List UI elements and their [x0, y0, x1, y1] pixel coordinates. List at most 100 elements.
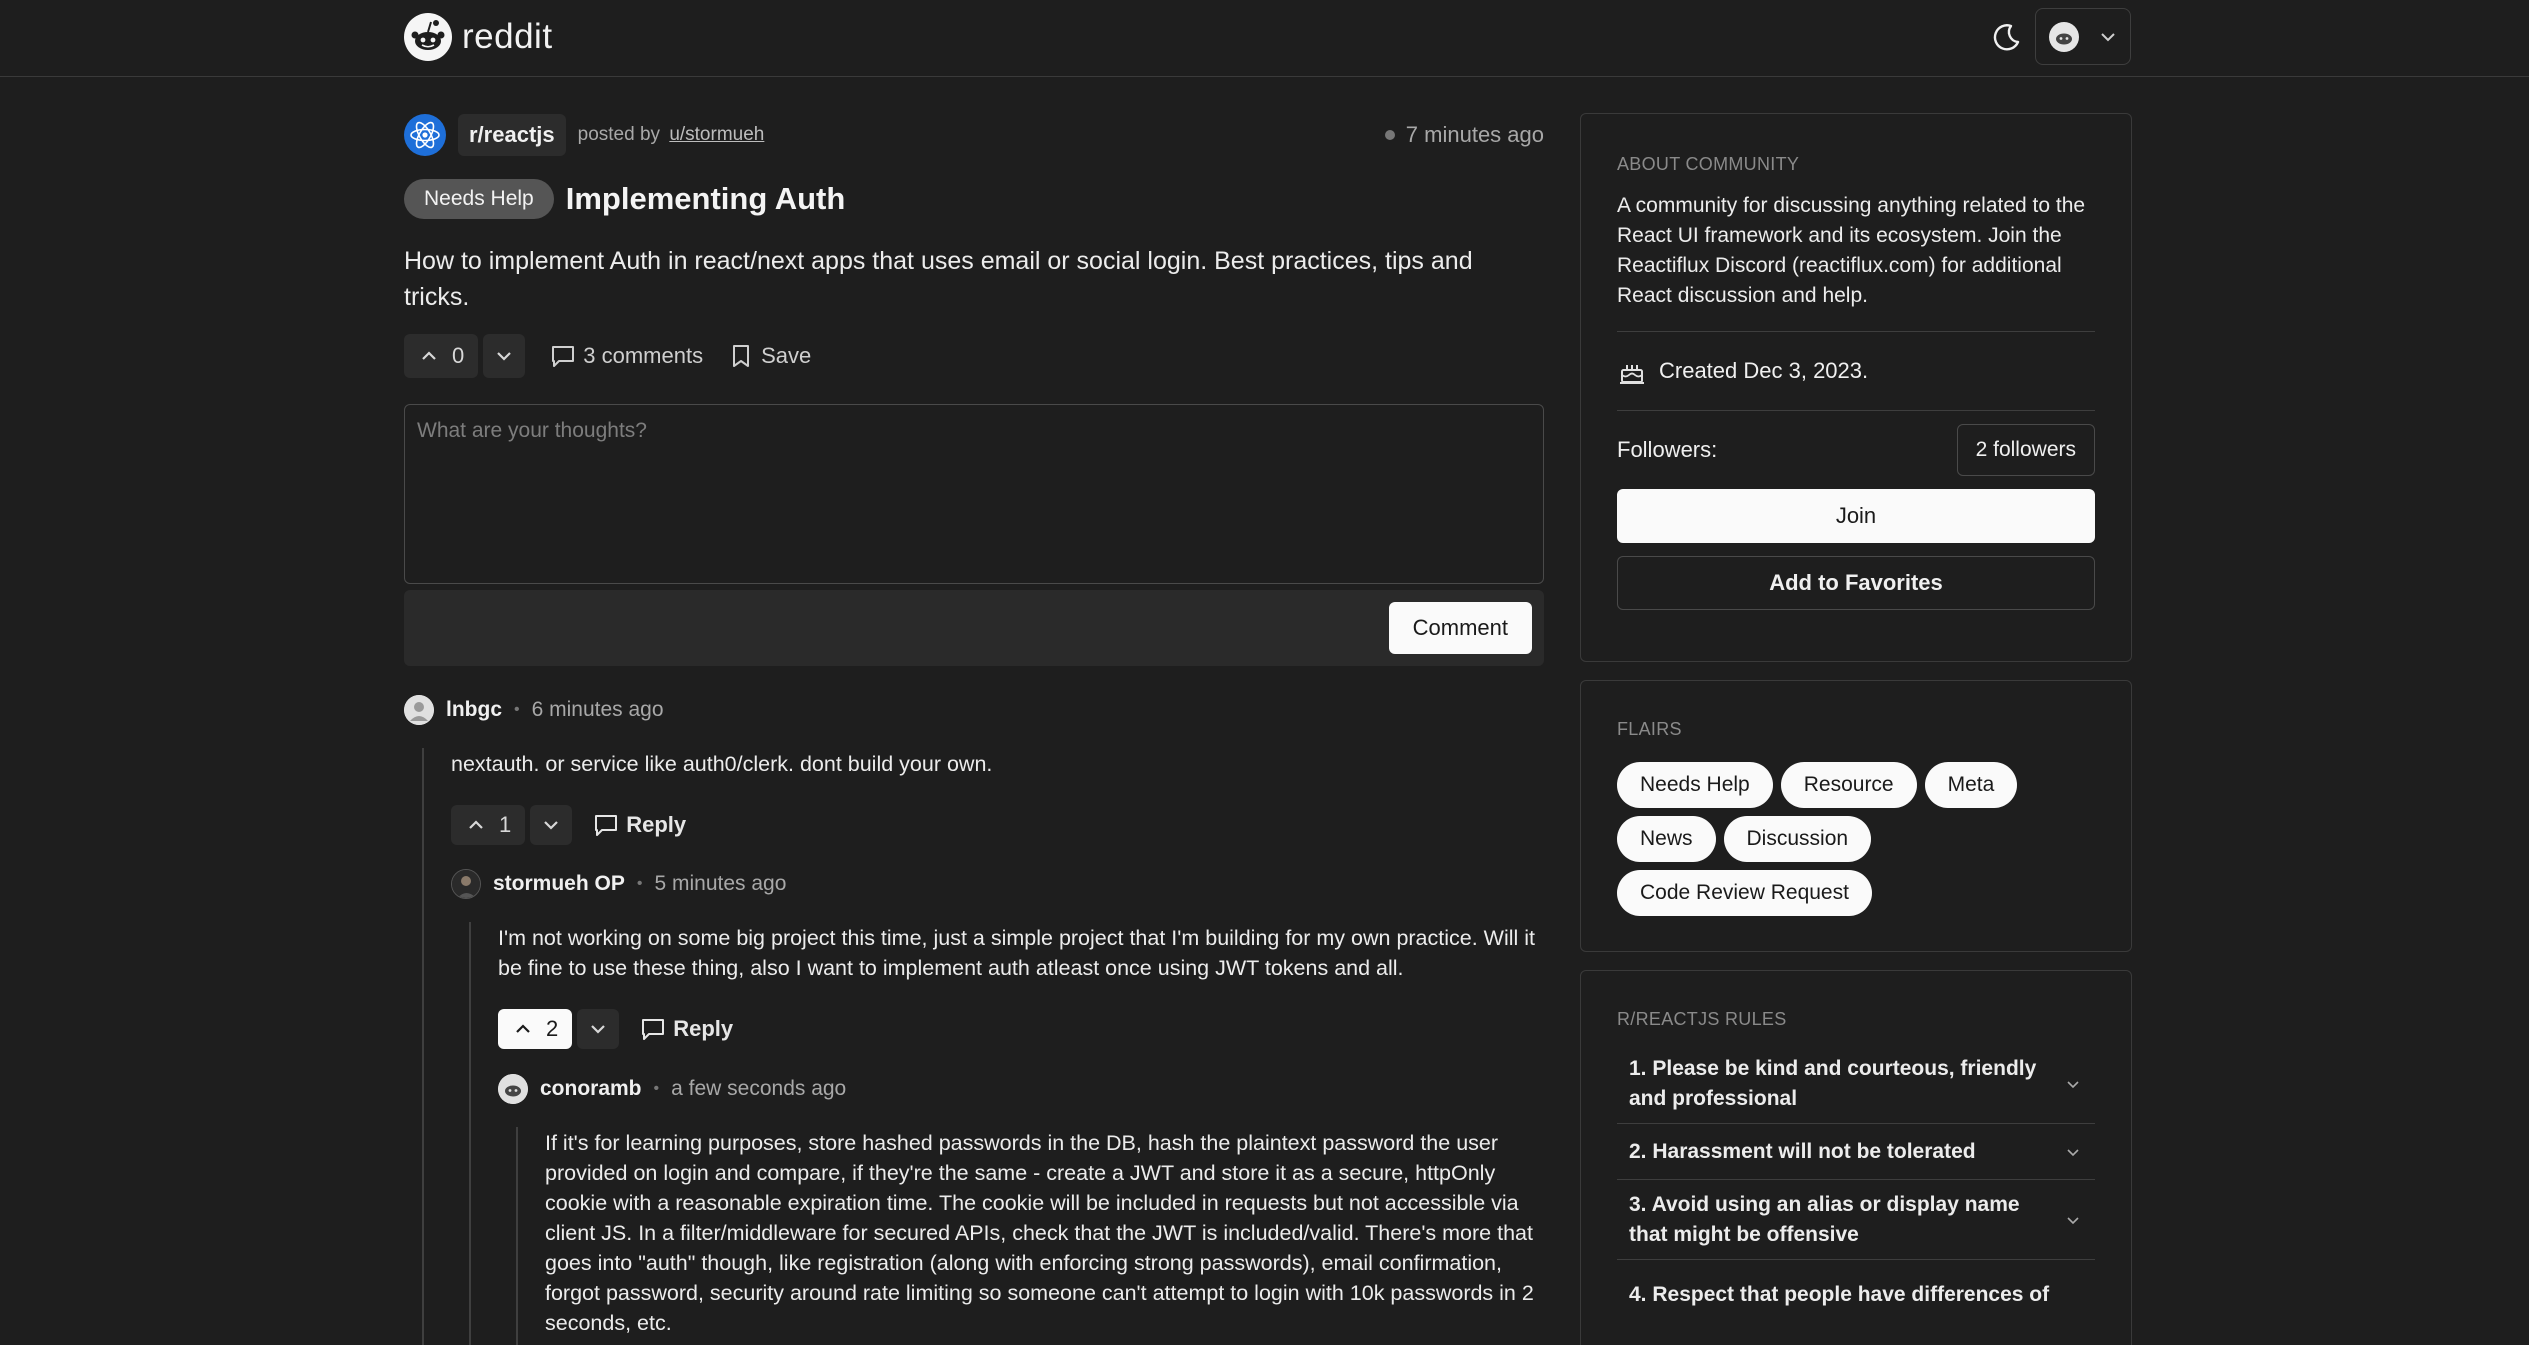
reddit-logo[interactable]: reddit — [404, 13, 553, 61]
comment-icon — [552, 346, 575, 367]
avatar[interactable] — [498, 1074, 528, 1104]
post-actions: 0 3 comments Save — [404, 334, 1544, 378]
avatar[interactable] — [404, 695, 434, 725]
flairs-list: Needs Help Resource Meta News Discussion… — [1617, 762, 2067, 916]
vote-count: 0 — [452, 343, 465, 368]
comment-time: 5 minutes ago — [654, 872, 787, 895]
arrow-down-icon — [544, 821, 559, 830]
flair-meta[interactable]: Meta — [1924, 762, 2018, 808]
moon-icon[interactable] — [1990, 22, 2022, 54]
post-time-text: 7 minutes ago — [1405, 122, 1544, 147]
arrow-up-icon — [422, 351, 436, 360]
upvote-button[interactable]: 2 — [498, 1009, 573, 1049]
comment-header: lnbgc • 6 minutes ago — [404, 693, 664, 727]
separator-dot: • — [514, 701, 520, 718]
rule-item[interactable]: 3. Avoid using an alias or display name … — [1617, 1180, 2095, 1260]
save-label: Save — [761, 343, 812, 368]
user-menu-button[interactable] — [2035, 8, 2131, 65]
user-avatar-icon — [2049, 21, 2079, 52]
posted-by-prefix: posted by — [577, 124, 661, 145]
comment-header: conoramb • a few seconds ago — [498, 1072, 846, 1106]
comments-link[interactable]: 3 comments — [549, 342, 703, 370]
flairs-label: FLAIRS — [1617, 719, 1682, 739]
reply-label: Reply — [673, 1016, 734, 1041]
rule-text: 4. Respect that people have differences … — [1629, 1283, 2050, 1306]
comment-submit-button[interactable]: Comment — [1388, 602, 1532, 654]
chevron-down-icon — [2067, 1216, 2079, 1224]
comment-icon — [642, 1019, 665, 1040]
reply-button[interactable]: Reply — [639, 1015, 733, 1043]
comment-toolbar: Comment — [404, 590, 1544, 666]
comment-author[interactable]: conoramb — [540, 1077, 642, 1101]
arrow-down-icon — [591, 1025, 606, 1034]
comment-body: nextauth. or service like auth0/clerk. d… — [451, 752, 993, 776]
rule-item[interactable]: 2. Harassment will not be tolerated — [1617, 1124, 2095, 1180]
post-title: Implementing Auth — [565, 181, 846, 216]
save-button[interactable]: Save — [727, 342, 811, 370]
arrow-up-icon — [516, 1024, 530, 1033]
comment-time: a few seconds ago — [671, 1077, 847, 1100]
flair-news[interactable]: News — [1617, 816, 1716, 862]
downvote-button[interactable] — [577, 1009, 620, 1049]
post-body: How to implement Auth in react/next apps… — [404, 247, 1473, 311]
chevron-down-icon — [2067, 1148, 2079, 1156]
cake-icon — [1620, 365, 1644, 384]
post-author-link[interactable]: u/stormueh — [669, 124, 764, 145]
status-dot — [1384, 130, 1395, 140]
followers-row: Followers: 2 followers — [1617, 411, 2095, 489]
thread-line[interactable] — [516, 1127, 518, 1345]
post-flair-badge[interactable]: Needs Help — [404, 179, 554, 219]
reply-label: Reply — [626, 812, 687, 837]
flair-code-review-request[interactable]: Code Review Request — [1617, 870, 1872, 916]
followers-label: Followers: — [1617, 437, 1718, 462]
comment-box — [404, 404, 1544, 584]
reply-button[interactable]: Reply — [592, 811, 686, 839]
comment-author[interactable]: stormueh OP — [493, 872, 625, 896]
vote-count: 2 — [546, 1016, 559, 1041]
comment-header: stormueh OP • 5 minutes ago — [451, 867, 786, 901]
flair-discussion[interactable]: Discussion — [1723, 816, 1872, 862]
rule-text: 1. Please be kind and courteous, friendl… — [1629, 1056, 2037, 1110]
comment-author[interactable]: lnbgc — [446, 698, 502, 722]
rule-text: 3. Avoid using an alias or display name … — [1629, 1192, 2020, 1246]
arrow-down-icon — [497, 352, 512, 361]
post-meta: r/reactjs posted by u/stormueh 7 minutes… — [404, 110, 1544, 160]
posted-by: posted by u/stormueh — [578, 124, 765, 146]
upvote-button[interactable]: 1 — [451, 805, 526, 845]
comment-time: 6 minutes ago — [531, 698, 664, 721]
post-title-row: Needs Help Implementing Auth — [404, 179, 1544, 219]
rules-label: R/REACTJS RULES — [1617, 1009, 1787, 1029]
rule-item[interactable]: 4. Respect that people have differences … — [1617, 1260, 2095, 1330]
arrow-up-icon — [469, 820, 483, 829]
top-header: reddit — [0, 0, 2529, 77]
downvote-button[interactable] — [530, 805, 573, 845]
flairs-card: FLAIRS Needs Help Resource Meta News Dis… — [1580, 680, 2132, 952]
vote-count: 1 — [499, 812, 512, 837]
add-to-favorites-button[interactable]: Add to Favorites — [1617, 556, 2095, 610]
rules-list: 1. Please be kind and courteous, friendl… — [1617, 1044, 2095, 1330]
rule-text: 2. Harassment will not be tolerated — [1629, 1139, 1976, 1163]
post: r/reactjs posted by u/stormueh 7 minutes… — [404, 110, 1544, 666]
about-label: ABOUT COMMUNITY — [1617, 154, 1800, 174]
thread-line[interactable] — [469, 922, 471, 1345]
upvote-button[interactable]: 0 — [404, 334, 479, 378]
subreddit-icon[interactable] — [404, 114, 446, 156]
separator-dot: • — [636, 875, 643, 892]
reddit-logo-icon — [404, 13, 452, 61]
comment-input[interactable] — [417, 419, 1531, 569]
subreddit-name[interactable]: r/reactjs — [458, 114, 566, 156]
chevron-down-icon — [2101, 32, 2115, 41]
thread-line[interactable] — [422, 748, 424, 1345]
post-time: 7 minutes ago — [1384, 122, 1544, 148]
comment-actions: 1 Reply — [451, 805, 686, 845]
separator-dot: • — [653, 1080, 660, 1097]
flair-needs-help[interactable]: Needs Help — [1617, 762, 1773, 808]
comment-actions: 2 Reply — [498, 1009, 733, 1049]
flair-resource[interactable]: Resource — [1780, 762, 1917, 808]
followers-count-button[interactable]: 2 followers — [1956, 424, 2095, 476]
rules-card: R/REACTJS RULES 1. Please be kind and co… — [1580, 970, 2132, 1345]
avatar[interactable] — [451, 869, 481, 899]
downvote-button[interactable] — [483, 334, 526, 378]
rule-item[interactable]: 1. Please be kind and courteous, friendl… — [1617, 1044, 2095, 1124]
join-button[interactable]: Join — [1617, 489, 2095, 543]
